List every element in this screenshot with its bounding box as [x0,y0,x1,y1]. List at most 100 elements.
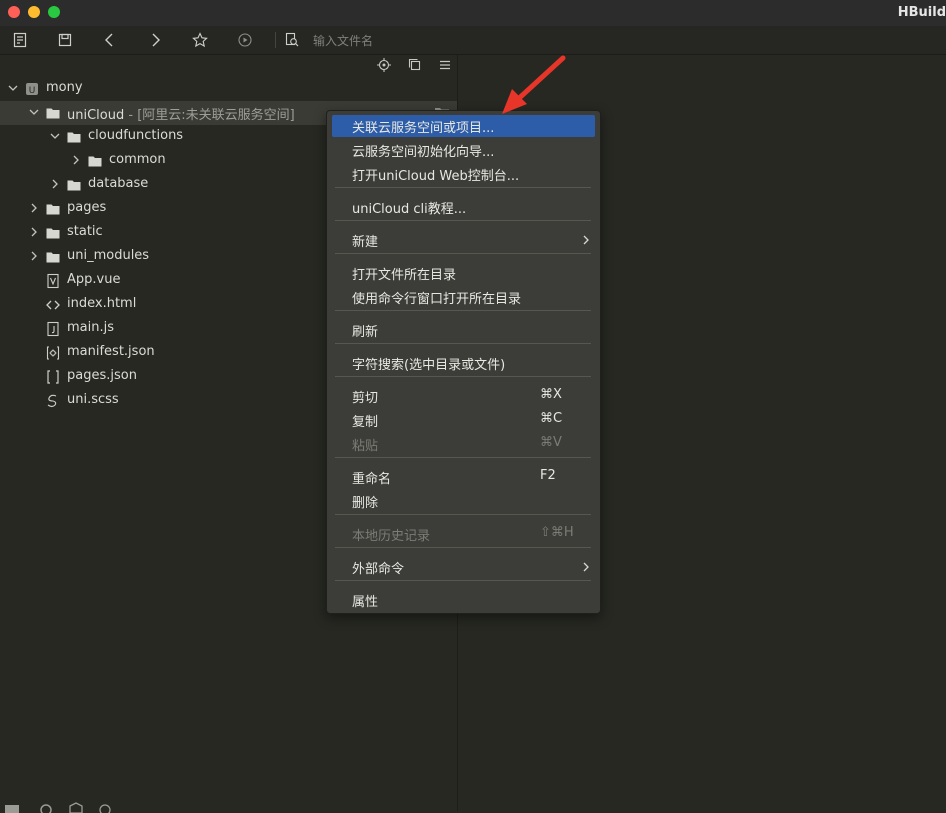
menu-item[interactable]: uniCloud cli教程... [332,196,595,218]
menu-item[interactable]: 打开uniCloud Web控制台... [332,163,595,185]
chevron-right-icon[interactable] [27,225,41,239]
menu-separator [335,376,591,377]
js-file-icon [45,321,61,337]
menu-item-label: 关联云服务空间或项目... [352,121,495,136]
tree-item-mony[interactable]: Umony [0,77,457,101]
minimize-window-button[interactable] [28,6,40,18]
folder-icon [45,201,61,217]
menu-item-label: 打开uniCloud Web控制台... [352,169,520,184]
vue-file-icon [45,273,61,289]
scss-file-icon [45,393,61,409]
chevron-down-icon[interactable] [48,129,62,143]
menu-item-label: 删除 [352,496,379,511]
json-file-icon [45,369,61,385]
folder-icon [66,129,82,145]
menu-item[interactable]: 云服务空间初始化向导... [332,139,595,161]
menu-item[interactable]: 使用命令行窗口打开所在目录 [332,286,595,308]
menu-item-label: 重命名 [352,472,392,487]
menu-item[interactable]: 新建 [332,229,595,251]
svg-text:U: U [29,86,36,96]
menu-item[interactable]: 字符搜索(选中目录或文件) [332,352,595,374]
save-icon[interactable] [55,30,75,50]
app-title: HBuild [897,5,946,20]
tree-item-label: manifest.json [67,344,155,359]
tree-item-label: common [109,152,166,167]
folder-icon [45,105,61,121]
menu-item-shortcut: ⌘X [540,387,562,402]
json-settings-icon [45,345,61,361]
menu-item-label: 刷新 [352,325,379,340]
tree-item-label: App.vue [67,272,121,287]
menu-item[interactable]: 复制 ⌘C [332,409,595,431]
sidebar-bottom-bar [0,800,457,813]
chevron-right-icon[interactable] [48,177,62,191]
menu-item[interactable]: 重命名 F2 [332,466,595,488]
project-icon: U [24,81,40,97]
new-file-icon[interactable] [10,30,30,50]
tree-item-label: static [67,224,103,239]
menu-item-label: 属性 [352,595,379,610]
menu-separator [335,457,591,458]
menu-item-shortcut: F2 [540,468,556,483]
file-search-input[interactable]: 输入文件名 [313,32,373,49]
menu-item[interactable]: 刷新 [332,319,595,341]
menu-item: 本地历史记录 ⇧⌘H [332,523,595,545]
menu-item-label: 复制 [352,415,379,430]
menu-separator [335,514,591,515]
menu-separator [335,253,591,254]
forward-icon[interactable] [145,30,165,50]
tree-item-label: uni.scss [67,392,119,407]
menu-item-label: 本地历史记录 [352,529,431,544]
menu-item-label: 使用命令行窗口打开所在目录 [352,292,522,307]
folder-icon [45,249,61,265]
menu-item-label: uniCloud cli教程... [352,202,467,217]
menu-item: 粘贴 ⌘V [332,433,595,455]
menu-item-label: 新建 [352,235,379,250]
tree-item-label: index.html [67,296,137,311]
menu-item-label: 剪切 [352,391,379,406]
chevron-right-icon[interactable] [27,249,41,263]
menu-separator [335,187,591,188]
search-file-icon[interactable] [282,30,302,50]
tree-item-label: uniCloud - [阿里云:未关联云服务空间] [67,108,295,123]
run-icon[interactable] [235,30,255,50]
star-icon[interactable] [190,30,210,50]
submenu-chevron-icon [580,560,592,574]
menu-separator [335,580,591,581]
tree-item-label: main.js [67,320,114,335]
menu-item[interactable]: 删除 [332,490,595,512]
folder-icon [66,177,82,193]
menu-separator [335,310,591,311]
collapse-icon[interactable] [408,58,422,72]
toolbar-divider [275,32,276,48]
menu-item-label: 云服务空间初始化向导... [352,145,495,160]
menu-item-label: 打开文件所在目录 [352,268,457,283]
menu-item[interactable]: 剪切 ⌘X [332,385,595,407]
menu-separator [335,547,591,548]
menu-item[interactable]: 打开文件所在目录 [332,262,595,284]
chevron-right-icon[interactable] [27,201,41,215]
title-bar: HBuild [0,0,946,26]
locate-icon[interactable] [377,58,391,72]
menu-item[interactable]: 属性 [332,589,595,611]
tree-item-label: pages.json [67,368,137,383]
menu-item-shortcut: ⇧⌘H [540,525,574,540]
menu-icon[interactable] [438,58,452,72]
close-window-button[interactable] [8,6,20,18]
menu-separator [335,220,591,221]
chevron-right-icon[interactable] [69,153,83,167]
menu-item-label: 字符搜索(选中目录或文件) [352,358,506,373]
back-icon[interactable] [100,30,120,50]
submenu-chevron-icon [580,233,592,247]
toolbar: 输入文件名 [0,26,946,55]
menu-item[interactable]: 关联云服务空间或项目... [332,115,595,137]
folder-icon [45,225,61,241]
tree-item-label: mony [46,80,83,95]
menu-item-label: 外部命令 [352,562,405,577]
chevron-down-icon[interactable] [27,105,41,119]
maximize-window-button[interactable] [48,6,60,18]
menu-item-shortcut: ⌘C [540,411,563,426]
tree-item-label: uni_modules [67,248,150,263]
menu-item[interactable]: 外部命令 [332,556,595,578]
chevron-down-icon[interactable] [6,81,20,95]
